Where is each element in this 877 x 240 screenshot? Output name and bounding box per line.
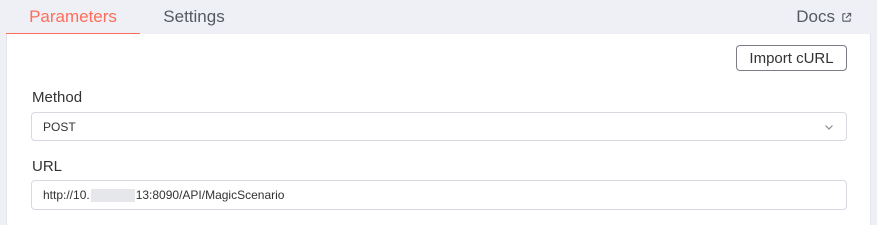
docs-link[interactable]: Docs [796,0,852,34]
docs-label: Docs [796,7,835,26]
url-input[interactable]: http://10. 13:8090/API/MagicScenario [31,180,847,210]
tab-parameters-label: Parameters [29,7,117,26]
method-select[interactable]: POST [31,112,847,141]
tab-settings-label: Settings [163,7,225,26]
url-label: URL [32,158,63,175]
external-link-icon [842,12,852,22]
method-label: Method [32,89,83,106]
node-parameters-panel: Parameters Settings Docs Import cURL Met… [0,0,877,225]
parameters-content: Import cURL Method POST URL http://10. 13… [6,34,871,225]
import-curl-button[interactable]: Import cURL [736,45,847,71]
tab-settings[interactable]: Settings [154,0,234,34]
tab-parameters[interactable]: Parameters [6,0,140,35]
url-value-prefix: http://10. [43,188,90,202]
chevron-down-icon [825,125,833,130]
redacted-segment [90,188,135,202]
url-value-suffix: 13:8090/API/MagicScenario [135,188,285,202]
tab-bar: Parameters Settings Docs [0,0,877,35]
method-select-value: POST [43,119,76,134]
